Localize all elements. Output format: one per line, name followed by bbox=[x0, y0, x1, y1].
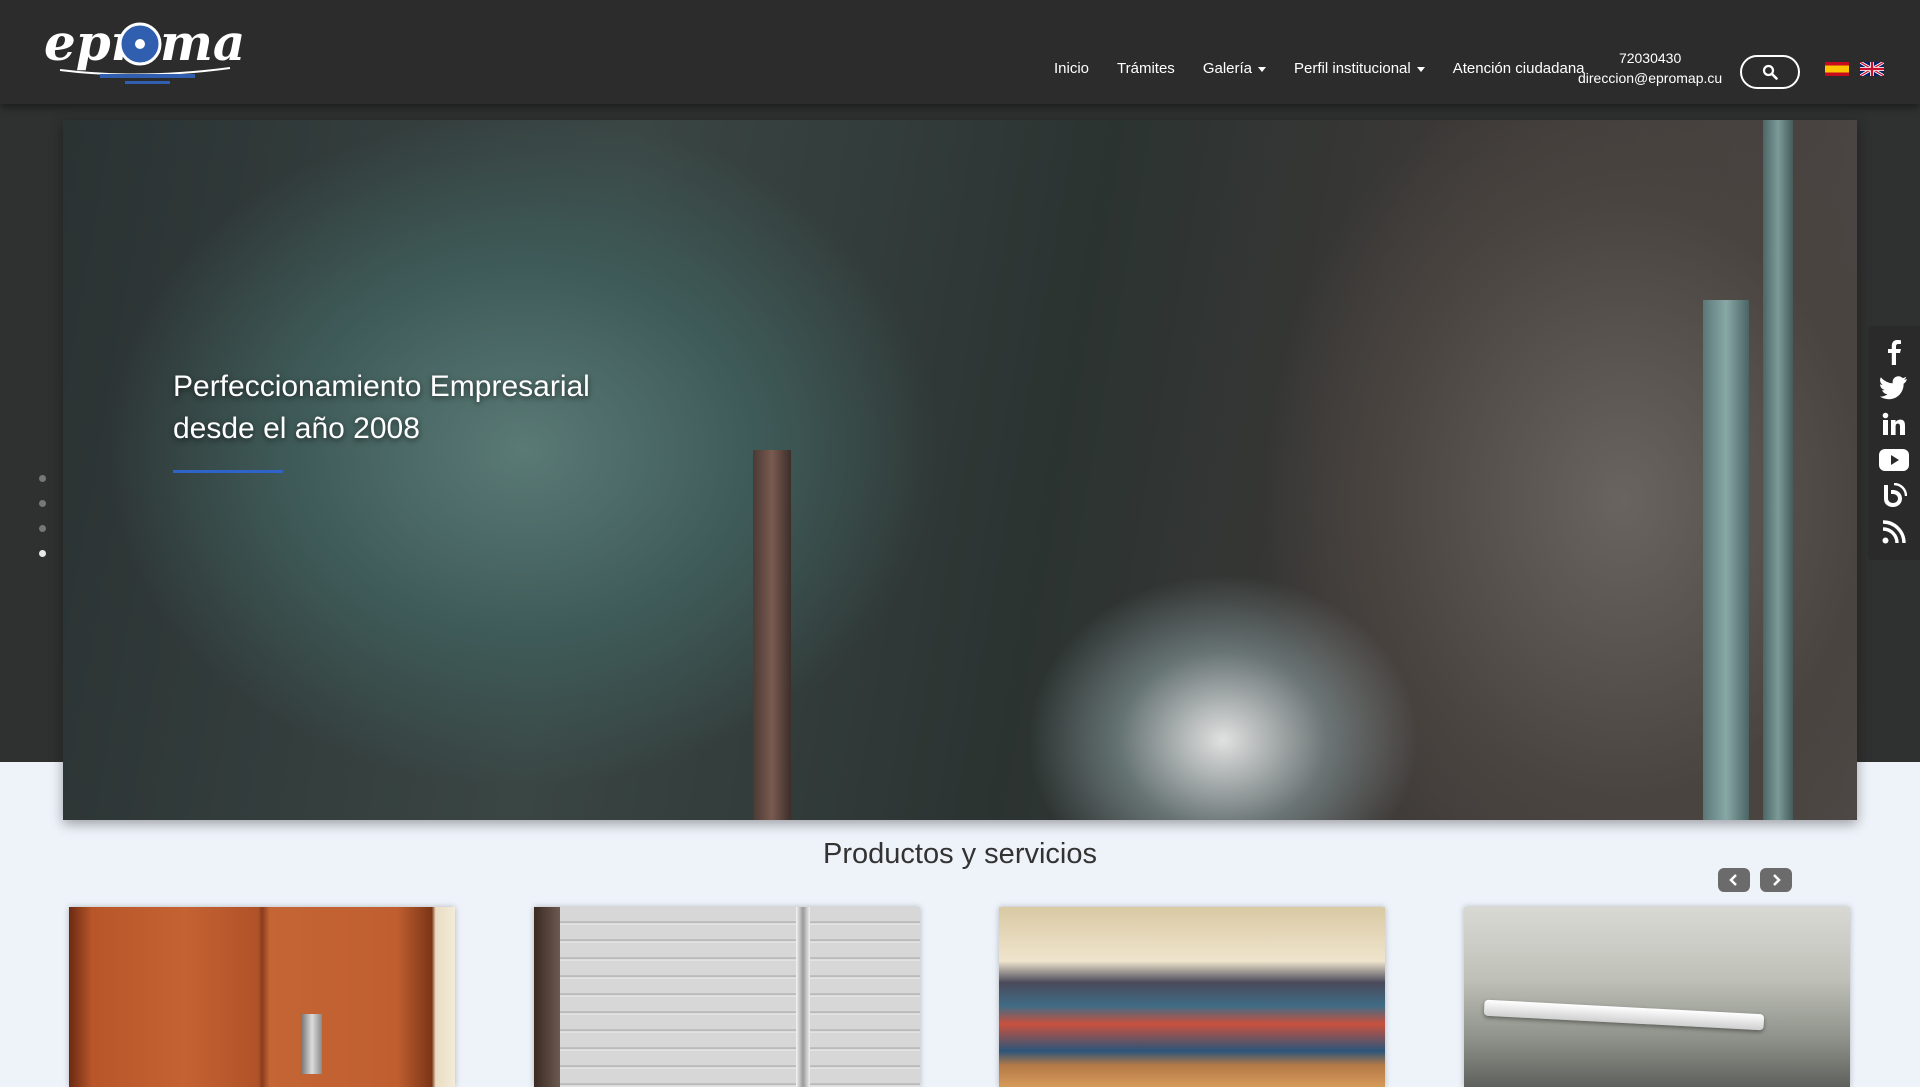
social-sidebar bbox=[1868, 326, 1920, 560]
nav-galeria-dropdown[interactable]: Galería bbox=[1189, 60, 1280, 77]
product-card-ceiling[interactable] bbox=[1464, 907, 1850, 1087]
carousel-next-button[interactable] bbox=[1760, 868, 1792, 892]
shutter-rail-image bbox=[796, 907, 810, 1087]
nav-galeria-label: Galería bbox=[1202, 60, 1253, 77]
epromap-logo[interactable]: epr map bbox=[40, 8, 245, 93]
nav-perfil-dropdown[interactable]: Perfil institucional bbox=[1280, 60, 1439, 77]
facebook-icon[interactable] bbox=[1868, 334, 1920, 370]
caret-down-icon bbox=[1258, 66, 1267, 72]
email-link[interactable]: direccion@epromap.cu bbox=[1578, 68, 1722, 88]
youtube-icon[interactable] bbox=[1868, 442, 1920, 478]
blog-icon[interactable] bbox=[1868, 478, 1920, 514]
site-header: epr map Inicio Trámites Galería Perfil i… bbox=[0, 0, 1920, 104]
linkedin-icon[interactable] bbox=[1868, 406, 1920, 442]
nav-inicio-label: Inicio bbox=[1054, 60, 1090, 77]
chevron-right-icon bbox=[1773, 874, 1781, 886]
slider-pagination bbox=[39, 475, 46, 575]
slider-dot[interactable] bbox=[39, 525, 46, 532]
english-flag-icon[interactable] bbox=[1860, 62, 1884, 76]
slide-caption-line1: Perfeccionamiento Empresarial bbox=[173, 370, 590, 403]
spanish-flag-icon[interactable] bbox=[1825, 62, 1849, 76]
nav-atencion[interactable]: Atención ciudadana bbox=[1439, 60, 1599, 77]
hero-slider: Perfeccionamiento Empresarial desde el a… bbox=[63, 120, 1857, 820]
phone-number[interactable]: 72030430 bbox=[1578, 48, 1722, 68]
product-card-door[interactable] bbox=[69, 907, 455, 1087]
search-button[interactable] bbox=[1740, 55, 1800, 89]
nav-atencion-label: Atención ciudadana bbox=[1452, 60, 1585, 77]
caret-down-icon bbox=[1416, 66, 1425, 72]
nav-tramites-label: Trámites bbox=[1117, 60, 1175, 77]
carousel-prev-button[interactable] bbox=[1718, 868, 1750, 892]
nav-perfil-label: Perfil institucional bbox=[1294, 60, 1411, 77]
twitter-icon[interactable] bbox=[1868, 370, 1920, 406]
chevron-left-icon bbox=[1729, 874, 1737, 886]
shutter-frame-image bbox=[534, 907, 560, 1087]
welder-photo bbox=[63, 120, 1857, 820]
slider-dot[interactable] bbox=[39, 500, 46, 507]
ceiling-lamp-image bbox=[1483, 999, 1765, 1031]
slider-dot[interactable] bbox=[39, 475, 46, 482]
product-card-roller-shutter[interactable] bbox=[534, 907, 920, 1087]
slide-caption-line2: desde el año 2008 bbox=[173, 412, 420, 445]
slide-caption: Perfeccionamiento Empresarial desde el a… bbox=[173, 366, 590, 450]
products-section-title: Productos y servicios bbox=[823, 838, 1097, 870]
caption-underline bbox=[173, 470, 283, 473]
search-icon bbox=[1762, 64, 1778, 80]
contact-info: 72030430 direccion@epromap.cu bbox=[1578, 48, 1722, 88]
door-handle-image bbox=[302, 1014, 322, 1074]
rss-icon[interactable] bbox=[1868, 514, 1920, 550]
svg-text:map: map bbox=[160, 13, 245, 72]
main-navigation: Inicio Trámites Galería Perfil instituci… bbox=[1040, 60, 1599, 77]
product-card-sports-hall[interactable] bbox=[999, 907, 1385, 1087]
nav-tramites[interactable]: Trámites bbox=[1103, 60, 1189, 77]
slider-dot-active[interactable] bbox=[39, 550, 46, 557]
nav-inicio[interactable]: Inicio bbox=[1040, 60, 1103, 77]
